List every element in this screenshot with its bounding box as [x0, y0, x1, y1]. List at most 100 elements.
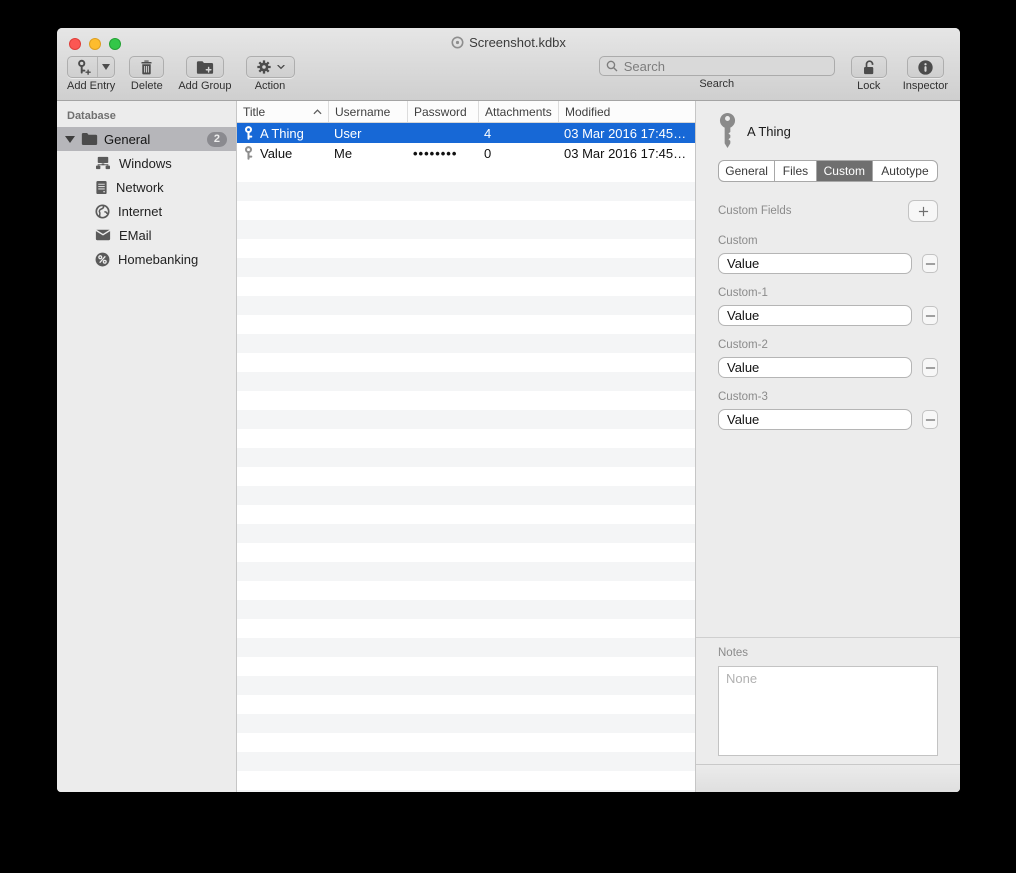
tab-custom[interactable]: Custom — [816, 161, 872, 181]
notes-textarea[interactable] — [718, 666, 938, 756]
remove-field-button[interactable] — [922, 358, 938, 377]
sidebar-item-general[interactable]: General 2 — [57, 127, 236, 151]
cell-title: A Thing — [260, 126, 304, 141]
field-value-input[interactable] — [718, 305, 912, 326]
cell-username: Me — [328, 143, 407, 163]
chevron-down-icon — [277, 65, 285, 70]
inspector-tabs: General Files Custom Autotype — [718, 160, 938, 182]
lock-button[interactable] — [851, 56, 887, 78]
field-value-input[interactable] — [718, 253, 912, 274]
search-label: Search — [699, 79, 734, 90]
folder-plus-icon — [196, 60, 214, 75]
server-icon — [95, 180, 108, 195]
key-plus-icon[interactable] — [68, 57, 97, 77]
sidebar-item-homebanking[interactable]: Homebanking — [57, 247, 236, 271]
gear-icon — [256, 59, 272, 75]
sidebar-item-label: Internet — [118, 204, 162, 219]
key-icon — [243, 146, 254, 160]
cell-password — [407, 123, 478, 143]
column-header-password[interactable]: Password — [407, 101, 478, 122]
column-header-username[interactable]: Username — [328, 101, 407, 122]
sidebar-item-label: EMail — [119, 228, 152, 243]
unlocked-padlock-icon — [861, 59, 877, 76]
entry-title: A Thing — [747, 124, 791, 139]
percent-icon — [95, 252, 110, 267]
sidebar-item-windows[interactable]: Windows — [57, 151, 236, 175]
delete-item: Delete — [129, 56, 164, 92]
trash-icon — [139, 59, 154, 75]
tab-general[interactable]: General — [719, 161, 774, 181]
tab-files[interactable]: Files — [774, 161, 815, 181]
table-row[interactable]: A Thing User 4 03 Mar 2016 17:45… — [237, 123, 695, 143]
custom-field-group: Custom-3 — [718, 391, 938, 430]
cell-modified: 03 Mar 2016 17:45… — [558, 143, 695, 163]
custom-field-group: Custom-2 — [718, 339, 938, 378]
document-proxy-icon — [451, 36, 464, 49]
entry-count-badge: 2 — [207, 132, 227, 147]
sidebar-item-email[interactable]: EMail — [57, 223, 236, 247]
toolbar: Add Entry Delete — [67, 56, 948, 98]
search-field[interactable] — [599, 56, 835, 76]
cell-attachments: 4 — [478, 123, 558, 143]
app-window: Screenshot.kdbx Add Entry — [57, 28, 960, 792]
content-area: Database General 2 Windows — [57, 101, 960, 792]
field-label: Custom-1 — [718, 287, 938, 299]
key-icon — [243, 126, 254, 140]
table-row[interactable]: Value Me •••••••• 0 03 Mar 2016 17:45… — [237, 143, 695, 163]
delete-button[interactable] — [129, 56, 164, 78]
action-button[interactable] — [246, 56, 295, 78]
add-entry-label: Add Entry — [67, 81, 115, 92]
field-value-input[interactable] — [718, 357, 912, 378]
field-label: Custom-2 — [718, 339, 938, 351]
inspector-label: Inspector — [903, 81, 948, 92]
add-group-button[interactable] — [186, 56, 224, 78]
remove-field-button[interactable] — [922, 254, 938, 273]
add-entry-item: Add Entry — [67, 56, 115, 92]
lock-label: Lock — [857, 81, 880, 92]
inspector-panel: A Thing General Files Custom Autotype Cu… — [695, 101, 960, 792]
sort-ascending-icon — [313, 109, 322, 115]
lock-item: Lock — [851, 56, 887, 92]
window-title-row: Screenshot.kdbx — [57, 35, 960, 50]
empty-rows-area — [237, 163, 695, 792]
add-group-item: Add Group — [178, 56, 231, 92]
chevron-down-icon[interactable] — [97, 57, 114, 77]
toolbar-right: Search Lock — [599, 56, 948, 92]
tab-autotype[interactable]: Autotype — [872, 161, 937, 181]
key-icon — [718, 113, 737, 149]
search-input[interactable] — [622, 58, 828, 75]
search-icon — [606, 60, 618, 72]
sidebar-section-header: Database — [67, 110, 236, 122]
remove-field-button[interactable] — [922, 410, 938, 429]
entry-table: Title Username Password Attachments Modi… — [237, 101, 695, 792]
action-item: Action — [246, 56, 295, 92]
column-header-attachments[interactable]: Attachments — [478, 101, 558, 122]
add-field-button[interactable] — [908, 200, 938, 222]
delete-label: Delete — [131, 81, 163, 92]
custom-fields-header: Custom Fields — [718, 205, 792, 217]
sidebar-item-network[interactable]: Network — [57, 175, 236, 199]
remove-field-button[interactable] — [922, 306, 938, 325]
disclosure-triangle-icon[interactable] — [65, 136, 75, 143]
field-label: Custom — [718, 235, 938, 247]
notes-label: Notes — [718, 647, 938, 659]
inspector-item: Inspector — [903, 56, 948, 92]
info-icon — [917, 59, 934, 76]
field-value-input[interactable] — [718, 409, 912, 430]
column-header-modified[interactable]: Modified — [558, 101, 695, 122]
custom-field-group: Custom-1 — [718, 287, 938, 326]
sidebar-item-label: General — [104, 132, 150, 147]
globe-icon — [95, 204, 110, 219]
folder-icon — [81, 132, 98, 146]
inspector-button[interactable] — [907, 56, 944, 78]
inspector-main: A Thing General Files Custom Autotype Cu… — [696, 101, 960, 637]
add-entry-button[interactable] — [67, 56, 115, 78]
table-header: Title Username Password Attachments Modi… — [237, 101, 695, 123]
add-group-label: Add Group — [178, 81, 231, 92]
column-header-title[interactable]: Title — [237, 101, 328, 122]
sidebar-item-internet[interactable]: Internet — [57, 199, 236, 223]
sidebar-item-label: Windows — [119, 156, 172, 171]
cell-modified: 03 Mar 2016 17:45… — [558, 123, 695, 143]
action-label: Action — [255, 81, 286, 92]
sidebar-item-label: Network — [116, 180, 164, 195]
